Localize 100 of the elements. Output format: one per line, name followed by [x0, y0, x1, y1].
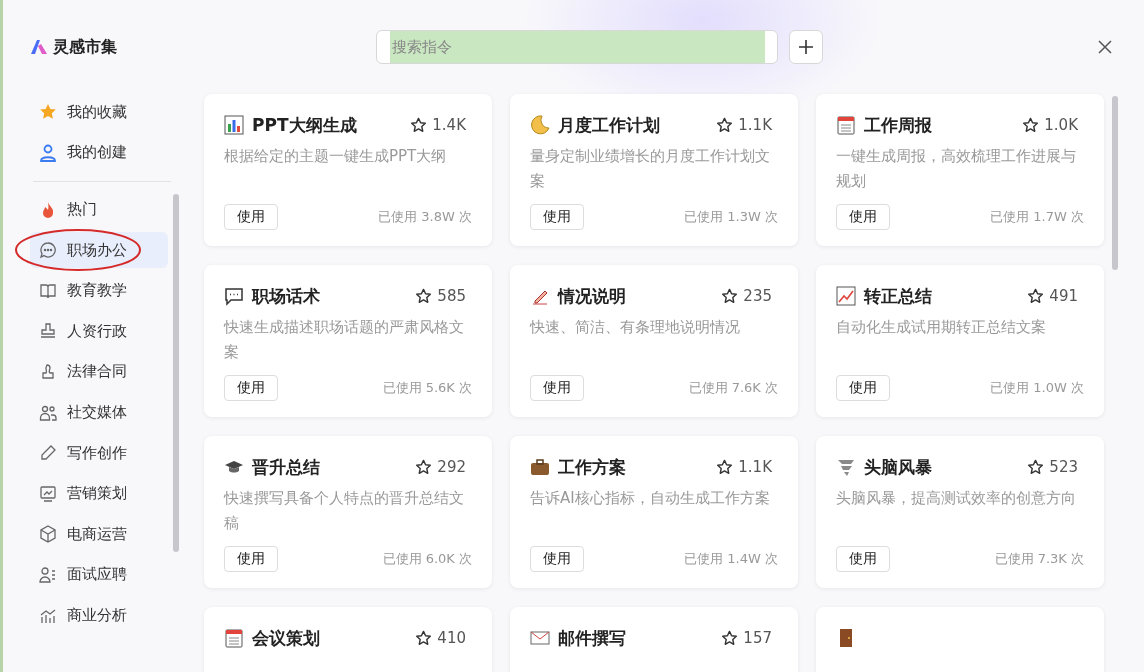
use-button[interactable]: 使用: [530, 375, 584, 401]
favorite-count: 1.1K: [738, 116, 772, 134]
usage-count: 已使用 7.3K 次: [994, 550, 1084, 568]
prompt-card[interactable]: 月度工作计划 1.1K 量身定制业绩增长的月度工作计划文案 使用 已使用 1.3W 次: [510, 94, 798, 246]
star-icon[interactable]: [1022, 116, 1040, 134]
search-field[interactable]: 搜索指令: [376, 30, 778, 64]
tornado-icon: [836, 457, 856, 477]
card-description: 快速撰写具备个人特点的晋升总结文稿: [224, 488, 464, 534]
card-title: PPT大纲生成: [252, 113, 357, 137]
sidebar-item[interactable]: 我的收藏: [30, 94, 168, 130]
sidebar-item[interactable]: 写作创作: [30, 435, 168, 472]
card-description: 自动化生成试用期转正总结文案: [836, 317, 1047, 338]
sidebar-item[interactable]: 商业分析: [30, 597, 168, 634]
card-title: 工作方案: [558, 455, 626, 479]
star-icon[interactable]: [1027, 458, 1045, 476]
briefcase-icon: [530, 457, 550, 477]
add-button[interactable]: [789, 30, 823, 64]
prompt-card[interactable]: 情况说明 235 快速、简洁、有条理地说明情况 使用 已使用 7.6K 次: [510, 265, 798, 417]
card-description: 一键生成周报，高效梳理工作进展与规划: [836, 146, 1076, 192]
card-title: 情况说明: [558, 284, 626, 308]
sidebar-item[interactable]: 电商运营: [30, 516, 168, 553]
card-title: 职场话术: [252, 284, 320, 308]
star-icon: [39, 103, 57, 121]
use-button[interactable]: 使用: [836, 546, 890, 572]
use-button[interactable]: 使用: [836, 204, 890, 230]
box-icon: [39, 525, 57, 544]
use-button[interactable]: 使用: [836, 375, 890, 401]
sidebar-item[interactable]: 职场办公: [30, 232, 168, 269]
prompt-card[interactable]: PPT大纲生成 1.4K 根据给定的主题一键生成PPT大纲 使用 已使用 3.8W 次: [204, 94, 492, 246]
favorite-count: 157: [743, 629, 772, 647]
star-icon[interactable]: [1027, 287, 1045, 305]
book-icon: [39, 281, 57, 300]
usage-count: 已使用 1.0W 次: [990, 379, 1084, 397]
star-icon[interactable]: [410, 116, 428, 134]
moon-icon: [530, 115, 550, 135]
monitor-icon: [39, 484, 57, 503]
card-title: 邮件撰写: [558, 626, 626, 650]
sidebar-item[interactable]: 教育教学: [30, 272, 168, 309]
use-button[interactable]: 使用: [224, 204, 278, 230]
scrollbar[interactable]: [173, 193, 179, 552]
trend-icon: [836, 286, 856, 306]
card-description: 快速、简洁、有条理地说明情况: [530, 317, 741, 338]
usage-count: 已使用 5.6K 次: [382, 379, 472, 397]
card-description: 量身定制业绩增长的月度工作计划文案: [530, 146, 770, 192]
use-button[interactable]: 使用: [530, 204, 584, 230]
plus-icon: [798, 39, 814, 55]
calendar-icon: [224, 628, 244, 648]
chart-icon: [224, 115, 244, 135]
star-icon[interactable]: [721, 287, 739, 305]
use-button[interactable]: 使用: [224, 546, 278, 572]
card-title: 晋升总结: [252, 455, 320, 479]
star-icon[interactable]: [415, 458, 433, 476]
prompt-card[interactable]: 晋升总结 292 快速撰写具备个人特点的晋升总结文稿 使用 已使用 6.0K 次: [204, 436, 492, 588]
prompt-card[interactable]: 转正总结 491 自动化生成试用期转正总结文案 使用 已使用 1.0W 次: [816, 265, 1104, 417]
pencil-icon: [39, 444, 57, 463]
star-icon[interactable]: [716, 116, 734, 134]
usage-count: 已使用 1.4W 次: [684, 550, 778, 568]
card-title: 会议策划: [252, 626, 320, 650]
favorite-count: 1.1K: [738, 458, 772, 476]
card-title: 头脑风暴: [864, 455, 932, 479]
favorite-count: 292: [437, 458, 466, 476]
card-description: 告诉AI核心指标，自动生成工作方案: [530, 488, 770, 509]
idlist-icon: [39, 565, 57, 584]
star-icon[interactable]: [721, 629, 739, 647]
favorite-count: 1.0K: [1044, 116, 1078, 134]
prompt-card[interactable]: 工作方案 1.1K 告诉AI核心指标，自动生成工作方案 使用 已使用 1.4W 次: [510, 436, 798, 588]
sidebar-item[interactable]: 法律合同: [30, 353, 168, 390]
calendar-icon: [836, 115, 856, 135]
usage-count: 已使用 6.0K 次: [382, 550, 472, 568]
scrollbar[interactable]: [1112, 96, 1118, 270]
card-description: 头脑风暴，提高测试效率的创意方向: [836, 488, 1076, 509]
use-button[interactable]: 使用: [224, 375, 278, 401]
favorite-count: 491: [1049, 287, 1078, 305]
sidebar-item[interactable]: 热门: [30, 191, 168, 228]
card-title: 月度工作计划: [558, 113, 660, 137]
star-icon[interactable]: [415, 629, 433, 647]
person-icon: [39, 143, 57, 162]
sidebar-item[interactable]: 我的创建: [30, 134, 168, 171]
sidebar-item[interactable]: 面试应聘: [30, 556, 168, 593]
prompt-card[interactable]: 头脑风暴 523 头脑风暴，提高测试效率的创意方向 使用 已使用 7.3K 次: [816, 436, 1104, 588]
chat-bubble-icon: [39, 241, 57, 260]
prompt-card[interactable]: 职场话术 585 快速生成描述职场话题的严肃风格文案 使用 已使用 5.6K 次: [204, 265, 492, 417]
prompt-card[interactable]: 邮件撰写 157: [510, 607, 798, 672]
card-title: 工作周报: [864, 113, 932, 137]
people-icon: [39, 403, 57, 422]
prompt-card[interactable]: 工作周报 1.0K 一键生成周报，高效梳理工作进展与规划 使用 已使用 1.7W 次: [816, 94, 1104, 246]
star-icon[interactable]: [716, 458, 734, 476]
close-icon[interactable]: [1098, 40, 1112, 54]
star-icon[interactable]: [415, 287, 433, 305]
sidebar-item[interactable]: 人资行政: [30, 313, 168, 350]
favorite-count: 523: [1049, 458, 1078, 476]
logo-icon: [31, 40, 47, 54]
sidebar-item[interactable]: 营销策划: [30, 475, 168, 512]
usage-count: 已使用 1.3W 次: [684, 208, 778, 226]
usage-count: 已使用 3.8W 次: [378, 208, 472, 226]
use-button[interactable]: 使用: [530, 546, 584, 572]
speech-icon: [224, 286, 244, 306]
sidebar-item[interactable]: 社交媒体: [30, 394, 168, 431]
prompt-card[interactable]: 会议策划 410: [204, 607, 492, 672]
favorite-count: 585: [437, 287, 466, 305]
